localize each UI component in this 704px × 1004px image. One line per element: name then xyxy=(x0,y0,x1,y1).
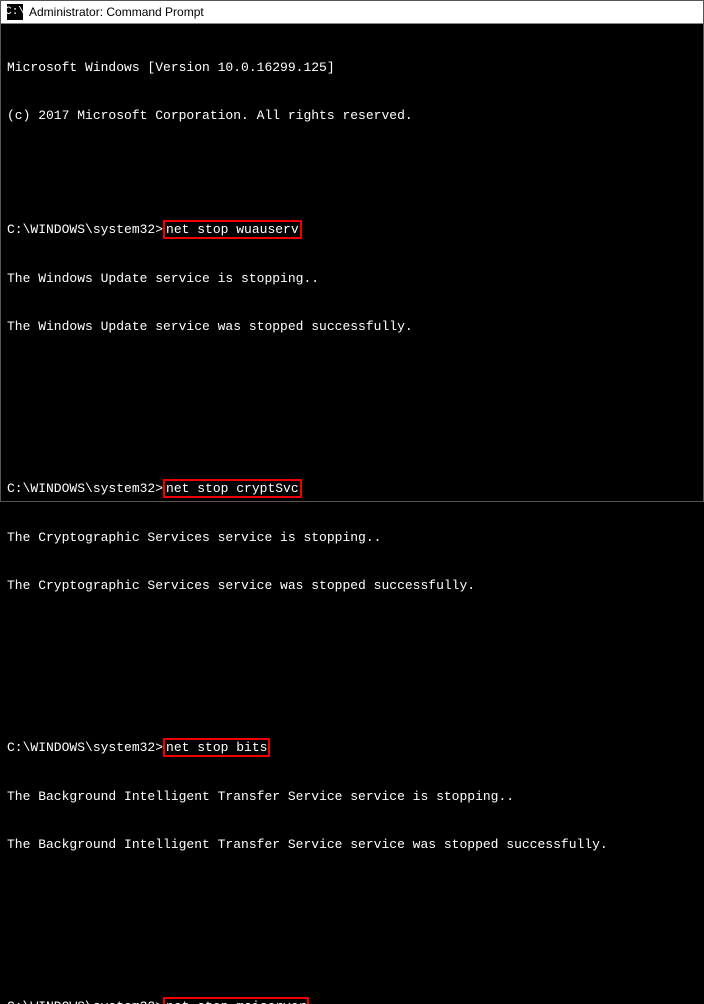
output-line: The Cryptographic Services service was s… xyxy=(7,578,697,594)
version-line: Microsoft Windows [Version 10.0.16299.12… xyxy=(7,60,697,76)
output-line: The Background Intelligent Transfer Serv… xyxy=(7,789,697,805)
prompt: C:\WINDOWS\system32> xyxy=(7,999,163,1004)
command-highlight: net stop bits xyxy=(163,738,270,757)
terminal-output[interactable]: Microsoft Windows [Version 10.0.16299.12… xyxy=(1,24,703,1004)
prompt: C:\WINDOWS\system32> xyxy=(7,740,163,755)
output-line: The Windows Update service was stopped s… xyxy=(7,319,697,335)
window-titlebar[interactable]: C:\ Administrator: Command Prompt xyxy=(1,1,703,24)
cmd-icon: C:\ xyxy=(7,4,23,20)
command-highlight: net stop msiserver xyxy=(163,997,309,1004)
output-line: The Cryptographic Services service is st… xyxy=(7,530,697,546)
prompt: C:\WINDOWS\system32> xyxy=(7,481,163,496)
command-highlight: net stop wuauserv xyxy=(163,220,302,239)
cmd-line: C:\WINDOWS\system32>net stop msiserver xyxy=(7,997,697,1004)
output-line: The Windows Update service is stopping.. xyxy=(7,271,697,287)
command-highlight: net stop cryptSvc xyxy=(163,479,302,498)
output-line: The Background Intelligent Transfer Serv… xyxy=(7,837,697,853)
cmd-line: C:\WINDOWS\system32>net stop cryptSvc xyxy=(7,479,697,498)
prompt: C:\WINDOWS\system32> xyxy=(7,222,163,237)
copyright-line: (c) 2017 Microsoft Corporation. All righ… xyxy=(7,108,697,124)
cmd-line: C:\WINDOWS\system32>net stop bits xyxy=(7,738,697,757)
window-title: Administrator: Command Prompt xyxy=(29,5,204,19)
cmd-line: C:\WINDOWS\system32>net stop wuauserv xyxy=(7,220,697,239)
